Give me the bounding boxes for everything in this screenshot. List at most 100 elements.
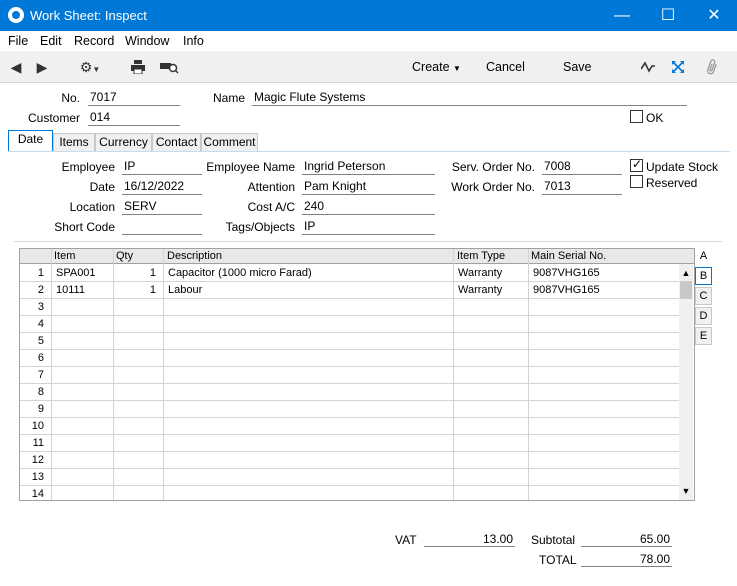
cell-item-type[interactable]: Warranty (458, 284, 502, 296)
employee-field[interactable]: IP (122, 159, 202, 175)
table-row[interactable]: 9 (20, 401, 680, 418)
tags-objects-label: Tags/Objects (225, 220, 295, 234)
tags-objects-field[interactable]: IP (302, 219, 435, 235)
table-row[interactable]: 14 (20, 486, 680, 500)
employee-label: Employee (61, 160, 115, 174)
menu-window[interactable]: Window (125, 34, 169, 48)
cell-qty[interactable]: 1 (116, 284, 156, 296)
row-number: 14 (31, 488, 44, 500)
employee-name-field[interactable]: Ingrid Peterson (302, 159, 435, 175)
previous-record-icon[interactable]: ◀ (9, 57, 23, 77)
activity-icon[interactable] (639, 57, 657, 77)
column-header-main-serial[interactable]: Main Serial No. (531, 250, 606, 262)
cell-serial[interactable]: 9087VHG165 (533, 267, 600, 279)
table-row[interactable]: 12 (20, 452, 680, 469)
paperclip-icon[interactable] (703, 57, 721, 77)
minimize-button[interactable]: — (599, 0, 645, 31)
ok-label: OK (646, 111, 664, 125)
scroll-thumb[interactable] (680, 281, 692, 299)
short-code-field[interactable] (122, 219, 202, 235)
tab-contact[interactable]: Contact (152, 133, 201, 152)
create-button[interactable]: Create ▼ (412, 60, 461, 74)
side-tab-d[interactable]: D (695, 307, 712, 325)
reserved-checkbox[interactable] (630, 175, 643, 188)
table-row[interactable]: 4 (20, 316, 680, 333)
items-grid[interactable]: Item Qty Description Item Type Main Seri… (19, 248, 695, 501)
row-number: 2 (37, 284, 44, 296)
menu-file[interactable]: File (8, 34, 28, 48)
name-label: Name (212, 91, 245, 105)
cell-item[interactable]: SPA001 (56, 267, 96, 279)
table-row[interactable]: 3 (20, 299, 680, 316)
scroll-down-icon[interactable]: ▼ (679, 484, 693, 498)
cell-item[interactable]: 10111 (56, 284, 85, 296)
name-field[interactable]: Magic Flute Systems (252, 90, 687, 106)
cell-serial[interactable]: 9087VHG165 (533, 284, 600, 296)
tab-divider (8, 151, 730, 152)
no-label: No. (61, 91, 80, 105)
ok-checkbox[interactable] (630, 110, 643, 123)
row-number: 9 (37, 403, 44, 415)
cancel-button[interactable]: Cancel (486, 60, 525, 74)
customer-field[interactable]: 014 (88, 110, 180, 126)
table-row[interactable]: 10 (20, 418, 680, 435)
total-label: TOTAL (539, 553, 577, 567)
tab-items[interactable]: Items (53, 133, 95, 152)
table-row[interactable]: 5 (20, 333, 680, 350)
scroll-up-icon[interactable]: ▲ (679, 266, 693, 280)
table-row[interactable]: 11 (20, 435, 680, 452)
location-field[interactable]: SERV (122, 199, 202, 215)
gear-icon[interactable]: ⚙▼ (74, 57, 106, 77)
subtotal-field: 65.00 (581, 532, 672, 547)
tab-date[interactable]: Date (8, 130, 53, 152)
side-tab-c[interactable]: C (695, 287, 712, 305)
cost-ac-field[interactable]: 240 (302, 199, 435, 215)
table-row[interactable]: 6 (20, 350, 680, 367)
column-header-item-type[interactable]: Item Type (457, 250, 505, 262)
table-row[interactable]: 1 SPA001 1 Capacitor (1000 micro Farad) Warr… (20, 265, 680, 282)
side-tab-a[interactable]: A (695, 247, 712, 265)
print-preview-icon[interactable] (157, 57, 181, 77)
next-record-icon[interactable]: ▶ (35, 57, 49, 77)
attention-field[interactable]: Pam Knight (302, 179, 435, 195)
table-row[interactable]: 8 (20, 384, 680, 401)
menu-record[interactable]: Record (74, 34, 114, 48)
column-header-description[interactable]: Description (167, 250, 222, 262)
reserved-label: Reserved (646, 176, 698, 190)
tab-comment[interactable]: Comment (201, 133, 258, 152)
update-stock-label: Update Stock (646, 160, 719, 174)
row-number: 13 (31, 471, 44, 483)
column-header-item[interactable]: Item (54, 250, 75, 262)
table-row[interactable]: 13 (20, 469, 680, 486)
section-divider (14, 241, 722, 242)
date-field[interactable]: 16/12/2022 (122, 179, 202, 195)
cell-item-type[interactable]: Warranty (458, 267, 502, 279)
grid-scrollbar[interactable]: ▲ ▼ (679, 264, 693, 500)
menu-edit[interactable]: Edit (40, 34, 62, 48)
menu-info[interactable]: Info (183, 34, 204, 48)
grid-header: Item Qty Description Item Type Main Seri… (20, 249, 694, 264)
serv-order-field[interactable]: 7008 (542, 159, 622, 175)
maximize-button[interactable]: ☐ (645, 0, 691, 31)
cell-description[interactable]: Labour (168, 284, 202, 296)
table-row[interactable]: 2 10111 1 Labour Warranty 9087VHG165 (20, 282, 680, 299)
close-button[interactable]: ✕ (691, 0, 737, 31)
date-label: Date (89, 180, 115, 194)
cell-qty[interactable]: 1 (116, 267, 156, 279)
vat-label: VAT (395, 533, 417, 547)
work-order-field[interactable]: 7013 (542, 179, 622, 195)
print-icon[interactable] (128, 57, 148, 77)
vat-field: 13.00 (424, 532, 515, 547)
side-tab-e[interactable]: E (695, 327, 712, 345)
save-button[interactable]: Save (563, 60, 592, 74)
no-field[interactable]: 7017 (88, 90, 180, 106)
table-row[interactable]: 7 (20, 367, 680, 384)
chevron-down-icon: ▼ (453, 64, 461, 73)
row-number: 7 (37, 369, 44, 381)
cell-description[interactable]: Capacitor (1000 micro Farad) (168, 267, 312, 279)
update-stock-checkbox[interactable] (630, 157, 643, 172)
side-tab-b[interactable]: B (695, 267, 712, 285)
tab-currency[interactable]: Currency (95, 133, 152, 152)
column-header-qty[interactable]: Qty (116, 250, 133, 262)
expand-icon[interactable] (669, 57, 687, 77)
